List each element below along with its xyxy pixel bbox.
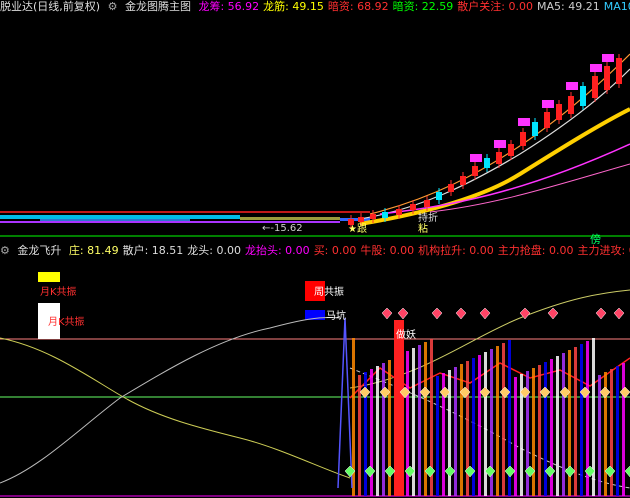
top-field-5: MA5: 49.21 (536, 0, 600, 13)
candle (568, 96, 574, 114)
price-low-label: ←-15.62 (262, 223, 303, 234)
tag-hold: 粘 (418, 222, 428, 235)
magenta-marker (590, 64, 602, 72)
signal-bar (466, 361, 469, 496)
candle (410, 204, 416, 210)
signal-bar (544, 362, 547, 496)
magenta-marker (494, 140, 506, 148)
top-field-6: MA10: 52.35 (603, 0, 630, 13)
signal-bar (610, 369, 613, 496)
tag-pos: 持折 (418, 211, 438, 224)
candle (484, 158, 490, 168)
gear-icon[interactable]: ⚙ (0, 244, 10, 257)
candle (580, 86, 586, 106)
sub-field-6: 机构拉升: 0.00 (418, 244, 494, 257)
demon-bar (394, 320, 404, 496)
candle (382, 212, 388, 218)
top-field-list: 龙筹: 56.92 龙筋: 49.15 暗资: 68.92 暗资: 22.59 散户关注… (198, 0, 630, 13)
stock-title[interactable]: 脱业达(日线,前复权) (0, 0, 100, 13)
signal-bar (580, 344, 583, 496)
candle (436, 192, 442, 200)
signal-bar (460, 364, 463, 496)
signal-bar (448, 370, 451, 496)
signal-bar (616, 366, 619, 496)
signal-bar (532, 368, 535, 496)
sub-field-7: 主力抢盘: 0.00 (497, 244, 574, 257)
sub-field-1: 散户: 18.51 (122, 244, 184, 257)
sub-chart[interactable]: 月K共振 月K共振 周共振 马坑 做妖 (0, 258, 630, 498)
magenta-marker (542, 100, 554, 108)
gear-icon[interactable]: ⚙ (108, 0, 118, 13)
candle (396, 209, 402, 215)
sub-field-8: 主力进攻: 0.00 (577, 244, 630, 257)
cyan-band (0, 215, 240, 219)
signal-bar (472, 358, 475, 496)
candle (532, 122, 538, 136)
candle (370, 214, 376, 219)
signal-bar (622, 363, 625, 496)
magenta-marker (566, 82, 578, 90)
signal-bar (556, 356, 559, 496)
month-resonance-label-1: 月K共振 (40, 285, 77, 298)
month-resonance-label-2: 月K共振 (48, 315, 85, 328)
signal-bar (358, 375, 361, 496)
sub-field-4: 买: 0.00 (313, 244, 357, 257)
horse-pit-label: 马坑 (326, 309, 346, 322)
candle (496, 152, 502, 164)
main-indicator-header: 脱业达(日线,前复权) ⚙ 金龙图腾主图 龙筹: 56.92 龙筋: 49.15 暗… (0, 0, 630, 14)
magenta-marker (518, 118, 530, 126)
candle (544, 112, 550, 128)
indicator-name[interactable]: 金龙图腾主图 (125, 0, 191, 13)
sub-field-0: 庄: 81.49 (68, 244, 119, 257)
signal-bar (376, 366, 379, 496)
candle (472, 166, 478, 176)
sub-indicator-header: ⚙ 金龙飞升 庄: 81.49 散户: 18.51 龙头: 0.00 龙抬头: 0.0… (0, 244, 630, 258)
sub-field-3: 龙抬头: 0.00 (244, 244, 310, 257)
signal-bar (514, 377, 517, 496)
top-field-4: 散户关注: 0.00 (457, 0, 533, 13)
signal-bar (598, 375, 601, 496)
yellow-signal-box (38, 272, 60, 282)
candle (592, 76, 598, 98)
candle (520, 132, 526, 146)
signal-bar (484, 352, 487, 496)
main-chart[interactable]: ←-15.62 ★跟 持折 粘 傍 (0, 14, 630, 244)
top-field-0: 龙筹: 56.92 (198, 0, 260, 13)
candle (616, 58, 622, 84)
candle (358, 217, 364, 222)
magenta-marker (470, 154, 482, 162)
top-field-1: 龙筋: 49.15 (263, 0, 324, 13)
signal-bar (562, 353, 565, 496)
signal-bar (370, 369, 373, 496)
top-field-2: 暗资: 68.92 (327, 0, 389, 13)
signal-bar (478, 355, 481, 496)
signal-bar (538, 365, 541, 496)
signal-bar (382, 363, 385, 496)
sub-indicator-name[interactable]: 金龙飞升 (17, 244, 61, 257)
demon-label: 做妖 (396, 328, 416, 341)
candle (448, 184, 454, 192)
candle (556, 104, 562, 120)
sub-field-list: 庄: 81.49 散户: 18.51 龙头: 0.00 龙抬头: 0.00 买: 0.0… (69, 244, 630, 257)
sub-field-5: 牛股: 0.00 (360, 244, 415, 257)
signal-bar (454, 367, 457, 496)
candle (604, 66, 610, 90)
candle (424, 200, 430, 207)
signal-bar (574, 347, 577, 496)
signal-bar (436, 376, 439, 496)
yellow-band (240, 217, 340, 220)
top-field-3: 暗资: 22.59 (392, 0, 454, 13)
candle (460, 176, 466, 185)
signal-bar (496, 346, 499, 496)
candle (508, 144, 514, 156)
signal-bar (418, 345, 421, 496)
week-resonance-label: 周共振 (314, 285, 344, 298)
sub-field-2: 龙头: 0.00 (187, 244, 241, 257)
signal-bar (502, 343, 505, 496)
tag-follow: ★跟 (348, 223, 367, 235)
magenta-marker (602, 54, 614, 62)
tag-rise: 傍 (590, 232, 601, 244)
